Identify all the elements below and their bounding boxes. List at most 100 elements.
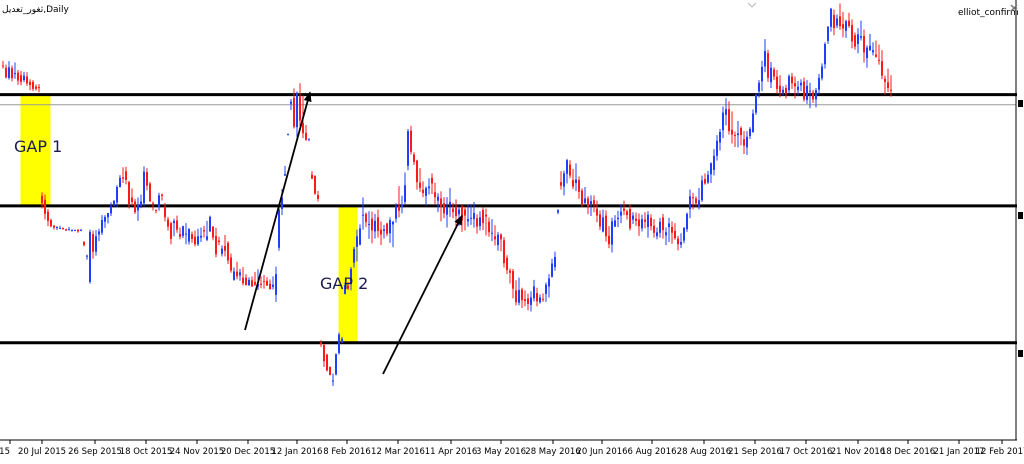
candle: [485, 208, 487, 236]
candle: [536, 287, 538, 307]
candle: [686, 212, 688, 232]
x-tick-label: 28 Aug 2016: [677, 447, 731, 457]
candle: [725, 98, 727, 126]
candle: [284, 165, 286, 176]
candle: [308, 138, 310, 142]
candle: [38, 84, 40, 93]
candle: [803, 77, 805, 102]
candle: [668, 217, 670, 242]
candle: [311, 171, 313, 180]
candle: [464, 206, 466, 231]
candle: [116, 185, 118, 208]
candle: [860, 20, 862, 41]
candle: [734, 131, 736, 147]
indicator-label: elliot_confirm: [958, 8, 1019, 18]
chart-collapse-icon[interactable]: [747, 2, 757, 8]
candle: [131, 188, 133, 206]
candle: [188, 228, 190, 245]
candle: [422, 181, 424, 198]
candle: [626, 209, 628, 220]
candle: [359, 224, 361, 246]
candle: [863, 29, 865, 63]
candle: [368, 211, 370, 239]
candle: [182, 225, 184, 239]
candle: [176, 215, 178, 233]
candle: [563, 170, 565, 196]
candle: [419, 168, 421, 192]
candle: [323, 344, 325, 367]
candle: [326, 353, 328, 372]
candle: [440, 191, 442, 222]
candle: [545, 282, 547, 302]
candle: [551, 258, 553, 278]
candle: [221, 245, 223, 257]
candle: [137, 197, 139, 221]
candle: [596, 200, 598, 223]
candle: [125, 166, 127, 185]
price-chart[interactable]: 2015 20 Jul 201526 Sep 201518 Oct 201524 …: [0, 0, 1024, 460]
candle: [530, 291, 532, 312]
candle: [593, 195, 595, 213]
x-tick-label: 20 Dec 2015: [221, 447, 275, 457]
candle: [500, 233, 502, 252]
candle: [260, 276, 262, 289]
candle: [401, 195, 403, 214]
candle: [149, 182, 151, 202]
candle: [824, 42, 826, 69]
x-tick-label: 2015: [0, 447, 10, 457]
candle: [62, 227, 64, 230]
candle: [467, 204, 469, 227]
x-tick-label: 18 Oct 2015: [120, 447, 173, 457]
candle: [506, 255, 508, 275]
candle: [386, 222, 388, 237]
candle: [104, 215, 106, 228]
candle: [665, 227, 667, 246]
candle: [92, 230, 94, 259]
candle: [203, 225, 205, 238]
candle: [842, 11, 844, 38]
candle: [443, 197, 445, 219]
candle: [632, 212, 634, 224]
candle: [548, 274, 550, 298]
trend-arrow-1: [244, 91, 312, 331]
candle: [446, 197, 448, 228]
candle: [374, 213, 376, 239]
candle: [23, 71, 25, 83]
candle: [263, 275, 265, 289]
candle: [557, 209, 559, 215]
candle: [728, 101, 730, 135]
candle: [389, 217, 391, 243]
candle: [338, 332, 340, 355]
candle: [713, 149, 715, 176]
candle: [143, 166, 145, 207]
candle: [185, 223, 187, 245]
candle: [491, 219, 493, 242]
candle: [239, 268, 241, 281]
candle: [362, 197, 364, 230]
candle: [383, 224, 385, 239]
candle: [77, 229, 79, 233]
gap1-label: GAP 1: [14, 137, 62, 156]
candle: [731, 111, 733, 144]
candle: [179, 227, 181, 240]
candle: [26, 72, 28, 86]
candle: [671, 221, 673, 244]
candle: [482, 207, 484, 231]
candle: [158, 192, 160, 211]
candle: [542, 293, 544, 302]
candle: [821, 63, 823, 81]
candle: [677, 235, 679, 251]
candle: [872, 42, 874, 56]
trend-arrow-2: [382, 214, 463, 375]
candle: [191, 231, 193, 243]
candle: [80, 228, 82, 232]
candle: [398, 186, 400, 218]
candle: [47, 209, 49, 227]
candle: [845, 19, 847, 38]
candle: [614, 215, 616, 228]
candle: [287, 133, 289, 136]
candle: [584, 187, 586, 205]
candle: [8, 61, 10, 80]
candle: [11, 65, 13, 82]
candle: [653, 219, 655, 238]
